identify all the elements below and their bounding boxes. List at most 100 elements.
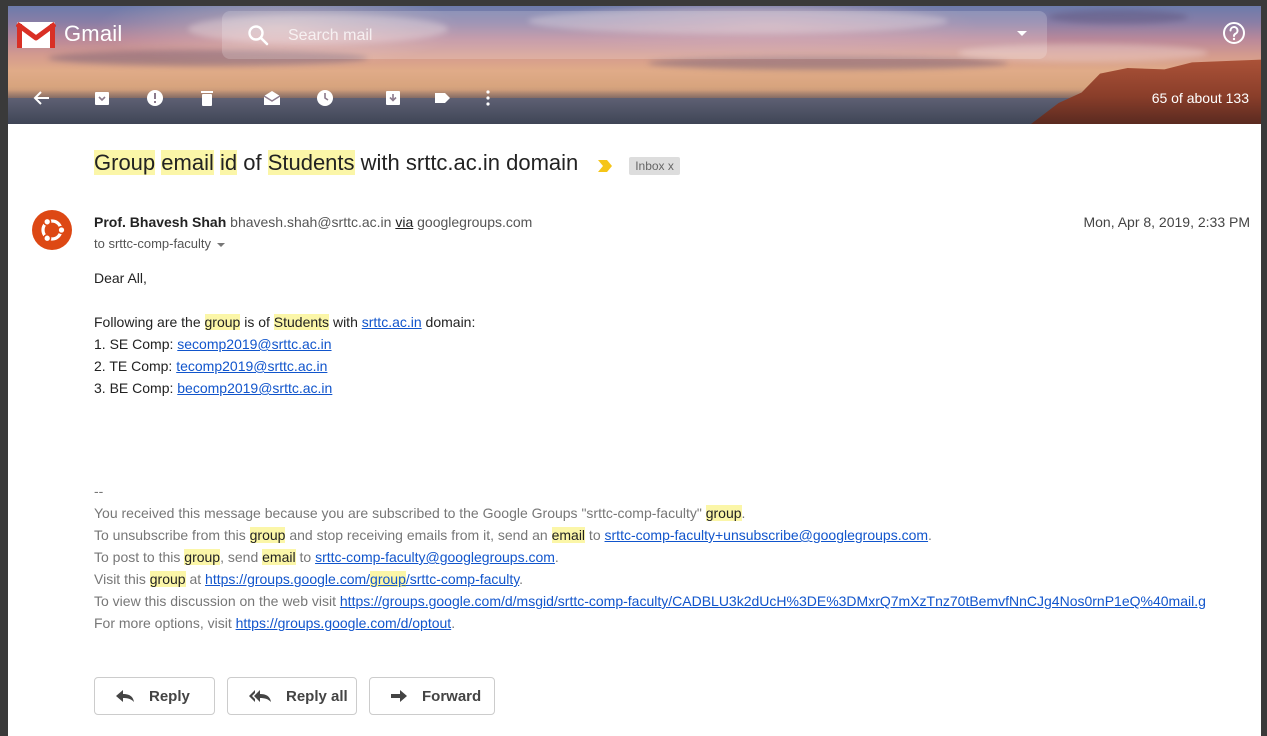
email-date[interactable]: Mon, Apr 8, 2019, 2:33 PM [1083, 214, 1250, 230]
report-spam-icon[interactable] [145, 88, 165, 108]
reply-all-arrow-icon [249, 690, 271, 702]
search-highlight: email [161, 150, 214, 175]
search-highlight: group [204, 314, 241, 330]
footer-text: to [585, 527, 605, 543]
more-vert-icon[interactable] [478, 88, 498, 108]
footer-line: To post to this group, send email to srt… [94, 546, 1206, 568]
app-name: Gmail [64, 21, 123, 46]
search-highlight: Students [273, 314, 330, 330]
reply-button-label: Reply [149, 687, 190, 705]
reply-button[interactable]: Reply [94, 677, 215, 715]
intro-text: Following are the [94, 314, 205, 330]
email-body: Dear All, Following are the group is of … [94, 267, 475, 399]
recipients-line[interactable]: to srttc-comp-faculty [94, 236, 226, 251]
label-icon[interactable] [432, 88, 452, 108]
footer-text: to [295, 549, 316, 565]
forward-button[interactable]: Forward [369, 677, 495, 715]
footer-line: To view this discussion on the web visit… [94, 590, 1206, 612]
post-to-group-link[interactable]: srttc-comp-faculty@googlegroups.com [315, 549, 555, 565]
footer-text: For more options, visit [94, 615, 236, 631]
subject-row: Group email id of Students with srttc.ac… [94, 150, 680, 176]
intro-text: domain: [421, 314, 476, 330]
visit-group-link[interactable]: https://groups.google.com/group/srttc-co… [205, 571, 519, 587]
window-frame-left [0, 0, 8, 736]
search-box[interactable] [222, 11, 1047, 59]
search-highlight: group [149, 571, 186, 587]
search-highlight: group [370, 571, 406, 587]
footer-text: Visit this [94, 571, 150, 587]
email-view: Group email id of Students with srttc.ac… [8, 124, 1261, 736]
footer-text: To post to this [94, 549, 185, 565]
via-domain: googlegroups.com [417, 214, 533, 230]
subject-text: with srttc.ac.in domain [354, 150, 579, 175]
header-mesa [1031, 59, 1261, 124]
sender-email: bhavesh.shah@srttc.ac.in [230, 214, 392, 230]
list-item: 1. SE Comp: secomp2019@srttc.ac.in [94, 333, 475, 355]
mark-unread-icon[interactable] [262, 88, 282, 108]
reply-all-button[interactable]: Reply all [227, 677, 357, 715]
footer-line: Visit this group at https://groups.googl… [94, 568, 1206, 590]
recipients-text: to srttc-comp-faculty [94, 236, 212, 251]
link-text: /srttc-comp-faculty [405, 571, 520, 587]
search-highlight: email [551, 527, 586, 543]
back-arrow-icon[interactable] [32, 88, 52, 108]
domain-link[interactable]: srttc.ac.in [362, 314, 422, 330]
intro-line: Following are the group is of Students w… [94, 311, 475, 333]
group-footer: -- You received this message because you… [94, 480, 1206, 634]
footer-text: . [451, 615, 456, 631]
label-badge-text: Inbox [635, 158, 665, 173]
optout-link[interactable]: https://groups.google.com/d/optout [236, 615, 452, 631]
delete-icon[interactable] [197, 88, 217, 108]
app-header: Gmail Search mail 65 of about 133 [8, 6, 1261, 124]
footer-text: , send [220, 549, 263, 565]
search-highlight: group [184, 549, 221, 565]
unsubscribe-link[interactable]: srttc-comp-faculty+unsubscribe@googlegro… [605, 527, 929, 543]
label-remove-close-icon[interactable]: x [668, 159, 674, 173]
footer-text: . [741, 505, 746, 521]
search-input[interactable] [286, 23, 970, 49]
window-frame-right [1261, 0, 1267, 736]
move-to-icon[interactable] [383, 88, 403, 108]
gmail-logo-icon[interactable] [16, 20, 56, 50]
footer-text: . [519, 571, 524, 587]
sender-name[interactable]: Prof. Bhavesh Shah [94, 214, 226, 230]
search-highlight: id [219, 150, 238, 175]
list-item-label: 1. SE Comp: [94, 336, 178, 352]
footer-text: . [928, 527, 932, 543]
search-highlight: email [262, 549, 296, 565]
importance-marker-icon[interactable] [597, 159, 613, 173]
subject-text: of [237, 150, 268, 175]
search-highlight: group [705, 505, 742, 521]
label-badge-inbox[interactable]: Inbox x [629, 156, 680, 175]
intro-text: is of [240, 314, 274, 330]
list-item: 2. TE Comp: tecomp2019@srttc.ac.in [94, 355, 475, 377]
search-icon[interactable] [246, 23, 270, 47]
list-item: 3. BE Comp: becomp2019@srttc.ac.in [94, 377, 475, 399]
footer-text: To view this discussion on the web visit [94, 593, 340, 609]
group-email-link[interactable]: tecomp2019@srttc.ac.in [176, 358, 327, 374]
group-email-link[interactable]: secomp2019@srttc.ac.in [177, 336, 331, 352]
help-icon[interactable] [1221, 20, 1247, 46]
link-text: https://groups.google.com/ [205, 571, 371, 587]
list-item-label: 3. BE Comp: [94, 380, 178, 396]
footer-text: You received this message because you ar… [94, 505, 706, 521]
sender-line: Prof. Bhavesh Shah bhavesh.shah@srttc.ac… [94, 214, 532, 230]
forward-button-label: Forward [422, 687, 482, 705]
email-subject: Group email id of Students with srttc.ac… [94, 150, 578, 175]
group-email-link[interactable]: becomp2019@srttc.ac.in [177, 380, 332, 396]
sender-avatar[interactable] [32, 210, 72, 250]
footer-text: . [554, 549, 559, 565]
search-options-chevron-down-icon[interactable] [1017, 31, 1027, 36]
reply-arrow-icon [116, 690, 134, 702]
intro-text: with [329, 314, 362, 330]
footer-text: and stop receiving emails from it, send … [285, 527, 552, 543]
snooze-clock-icon[interactable] [315, 88, 335, 108]
greeting: Dear All, [94, 270, 147, 286]
footer-text: To unsubscribe from this [94, 527, 250, 543]
recipient-details-chevron-down-icon[interactable] [217, 242, 226, 247]
archive-icon[interactable] [92, 88, 112, 108]
footer-line: For more options, visit https://groups.g… [94, 612, 1206, 634]
via-link[interactable]: via [395, 214, 413, 230]
web-discussion-link[interactable]: https://groups.google.com/d/msgid/srttc-… [340, 593, 1206, 609]
search-highlight: Group [94, 150, 156, 175]
